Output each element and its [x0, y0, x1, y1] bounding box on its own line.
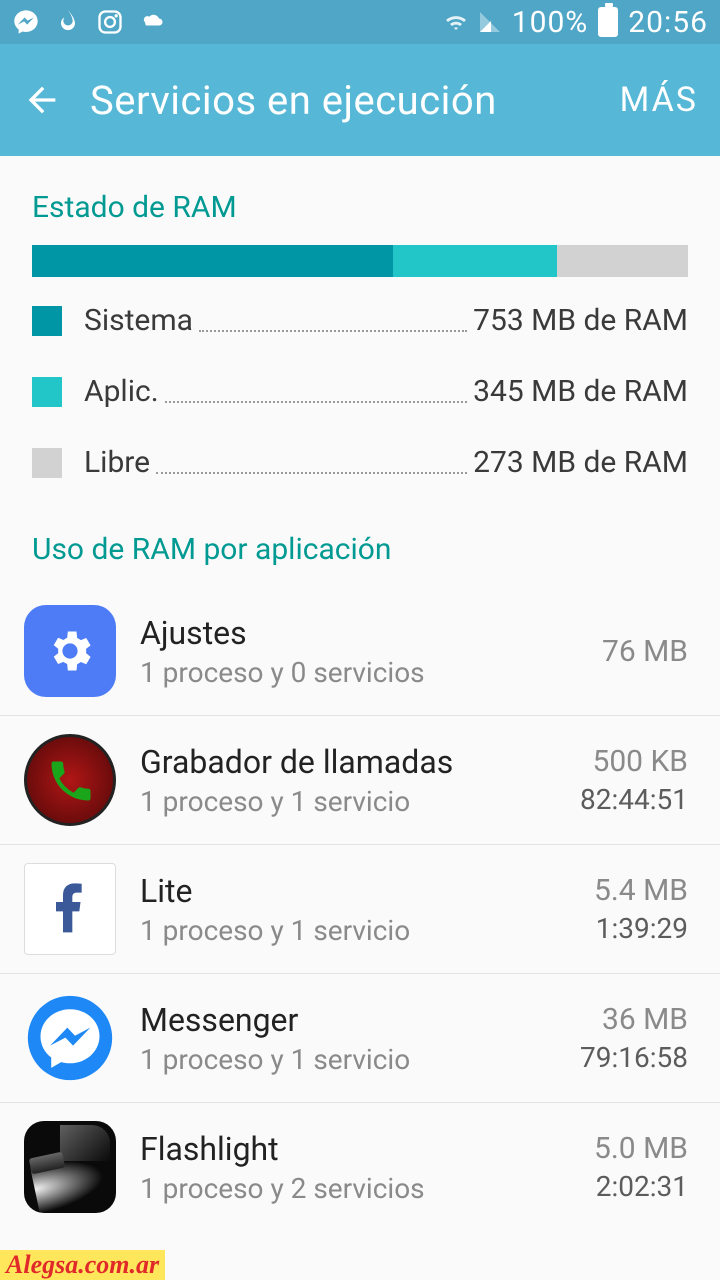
back-icon[interactable]	[22, 80, 62, 120]
app-sub: 1 proceso y 1 servicio	[140, 1043, 580, 1076]
ram-bar-system	[32, 245, 393, 277]
app-size: 500 KB	[580, 744, 688, 779]
legend-label: Sistema	[84, 303, 193, 338]
app-size: 76 MB	[602, 634, 688, 669]
app-sub: 1 proceso y 1 servicio	[140, 785, 580, 818]
ram-status-heading: Estado de RAM	[0, 156, 720, 245]
legend-value: 273 MB de RAM	[473, 445, 688, 480]
messenger-icon	[12, 8, 40, 36]
legend-label: Libre	[84, 445, 150, 480]
app-row-flashlight[interactable]: Flashlight 1 proceso y 2 servicios 5.0 M…	[0, 1103, 720, 1231]
ram-bar	[32, 245, 688, 277]
app-sub: 1 proceso y 2 servicios	[140, 1172, 594, 1205]
wifi-icon	[444, 10, 468, 34]
swatch-apps	[32, 377, 62, 407]
app-time: 79:16:58	[580, 1041, 688, 1074]
legend-value: 345 MB de RAM	[473, 374, 688, 409]
facebook-lite-app-icon	[24, 863, 116, 955]
app-name: Flashlight	[140, 1130, 594, 1168]
legend-value: 753 MB de RAM	[473, 303, 688, 338]
legend-row-system: Sistema 753 MB de RAM	[32, 285, 688, 356]
signal-icon	[478, 10, 502, 34]
app-time: 1:39:29	[594, 912, 688, 945]
app-row-grabador[interactable]: Grabador de llamadas 1 proceso y 1 servi…	[0, 716, 720, 845]
app-row-lite[interactable]: Lite 1 proceso y 1 servicio 5.4 MB 1:39:…	[0, 845, 720, 974]
app-list: Ajustes 1 proceso y 0 servicios 76 MB Gr…	[0, 587, 720, 1231]
swatch-free	[32, 448, 62, 478]
flame-icon	[54, 8, 82, 36]
app-name: Grabador de llamadas	[140, 743, 580, 781]
legend-row-free: Libre 273 MB de RAM	[32, 427, 688, 498]
clock: 20:56	[628, 5, 708, 40]
more-button[interactable]: MÁS	[620, 80, 698, 120]
app-row-ajustes[interactable]: Ajustes 1 proceso y 0 servicios 76 MB	[0, 587, 720, 716]
ram-legend: Sistema 753 MB de RAM Aplic. 345 MB de R…	[0, 277, 720, 498]
instagram-icon	[96, 8, 124, 36]
app-name: Ajustes	[140, 614, 602, 652]
ram-bar-apps	[393, 245, 557, 277]
watermark: Alegsa.com.ar	[0, 1250, 165, 1280]
app-bar: Servicios en ejecución MÁS	[0, 44, 720, 156]
app-time: 2:02:31	[594, 1170, 688, 1203]
app-sub: 1 proceso y 1 servicio	[140, 914, 594, 947]
battery-icon	[598, 7, 618, 37]
app-size: 5.0 MB	[594, 1131, 688, 1166]
app-size: 36 MB	[580, 1002, 688, 1037]
flashlight-app-icon	[24, 1121, 116, 1213]
call-recorder-app-icon	[24, 734, 116, 826]
page-title: Servicios en ejecución	[90, 77, 497, 124]
swatch-system	[32, 306, 62, 336]
app-row-messenger[interactable]: Messenger 1 proceso y 1 servicio 36 MB 7…	[0, 974, 720, 1103]
app-time: 82:44:51	[580, 783, 688, 816]
app-sub: 1 proceso y 0 servicios	[140, 656, 602, 689]
app-name: Messenger	[140, 1001, 580, 1039]
legend-row-apps: Aplic. 345 MB de RAM	[32, 356, 688, 427]
status-bar: 100% 20:56	[0, 0, 720, 44]
messenger-app-icon	[24, 992, 116, 1084]
legend-label: Aplic.	[84, 374, 159, 409]
settings-app-icon	[24, 605, 116, 697]
ram-usage-heading: Uso de RAM por aplicación	[0, 498, 720, 587]
battery-percent: 100%	[512, 5, 589, 40]
app-size: 5.4 MB	[594, 873, 688, 908]
app-name: Lite	[140, 872, 594, 910]
weather-icon	[138, 8, 166, 36]
